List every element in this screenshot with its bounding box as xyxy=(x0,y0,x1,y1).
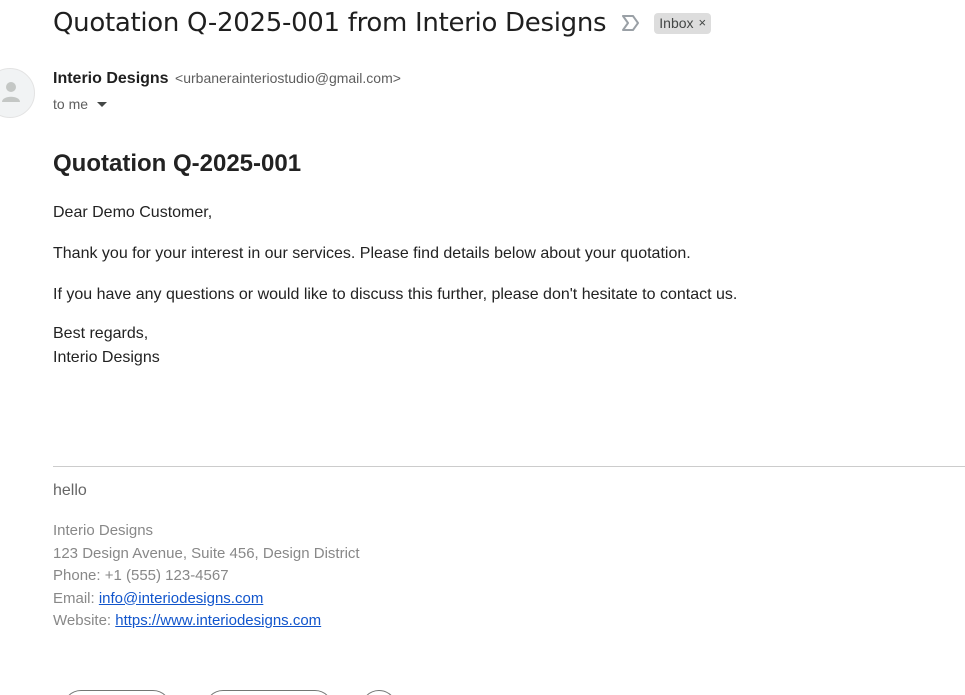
body-paragraph-2: If you have any questions or would like … xyxy=(53,286,738,303)
footer-website-link[interactable]: https://www.interiodesigns.com xyxy=(115,612,321,629)
signoff: Best regards, xyxy=(53,325,149,342)
sender-avatar[interactable] xyxy=(0,68,35,118)
inbox-label-chip: Inbox × xyxy=(654,12,712,34)
remove-label-icon[interactable]: × xyxy=(699,15,707,30)
sender-email: <urbanerainteriostudio@gmail.com> xyxy=(175,70,401,86)
reply-button[interactable] xyxy=(63,690,171,695)
email-view: Quotation Q-2025-001 from Interio Design… xyxy=(0,0,965,695)
footer-website-row: Website: https://www.interiodesigns.com xyxy=(53,610,360,633)
sender-name[interactable]: Interio Designs xyxy=(53,70,169,87)
caret-down-icon xyxy=(97,102,108,107)
footer-email-link[interactable]: info@interiodesigns.com xyxy=(99,590,263,607)
email-subject: Quotation Q-2025-001 from Interio Design… xyxy=(53,8,607,38)
reply-actions-bar xyxy=(53,690,453,695)
recipient-text: to me xyxy=(53,96,89,112)
footer-phone: Phone: +1 (555) 123-4567 xyxy=(53,567,229,584)
footer-email-label: Email: xyxy=(53,589,99,607)
label-text: Inbox xyxy=(659,14,694,31)
signature: Interio Designs xyxy=(53,349,160,366)
body-heading: Quotation Q-2025-001 xyxy=(53,150,302,177)
body-paragraph-1: Thank you for your interest in our servi… xyxy=(53,245,691,262)
recipient-details-toggle[interactable]: to me xyxy=(53,96,108,112)
subject-row: Quotation Q-2025-001 from Interio Design… xyxy=(53,8,712,38)
email-body: Quotation Q-2025-001 Dear Demo Customer,… xyxy=(53,150,965,370)
closing: Best regards, Interio Designs xyxy=(53,322,965,370)
person-icon xyxy=(2,82,20,102)
greeting: Dear Demo Customer, xyxy=(53,204,213,221)
forward-button[interactable] xyxy=(205,690,333,695)
footer-email-row: Email: info@interiodesigns.com xyxy=(53,588,360,611)
footer-divider xyxy=(53,466,965,467)
footer-website-label: Website: xyxy=(53,612,116,629)
footer-address: 123 Design Avenue, Suite 456, Design Dis… xyxy=(53,544,360,562)
sender-line: Interio Designs <urbanerainteriostudio@g… xyxy=(53,70,401,88)
company-footer: Interio Designs 123 Design Avenue, Suite… xyxy=(53,520,360,633)
footer-company-name: Interio Designs xyxy=(53,522,154,539)
important-marker-icon[interactable] xyxy=(620,12,642,34)
emoji-reaction-button[interactable] xyxy=(361,690,397,695)
footer-note: hello xyxy=(53,482,87,499)
